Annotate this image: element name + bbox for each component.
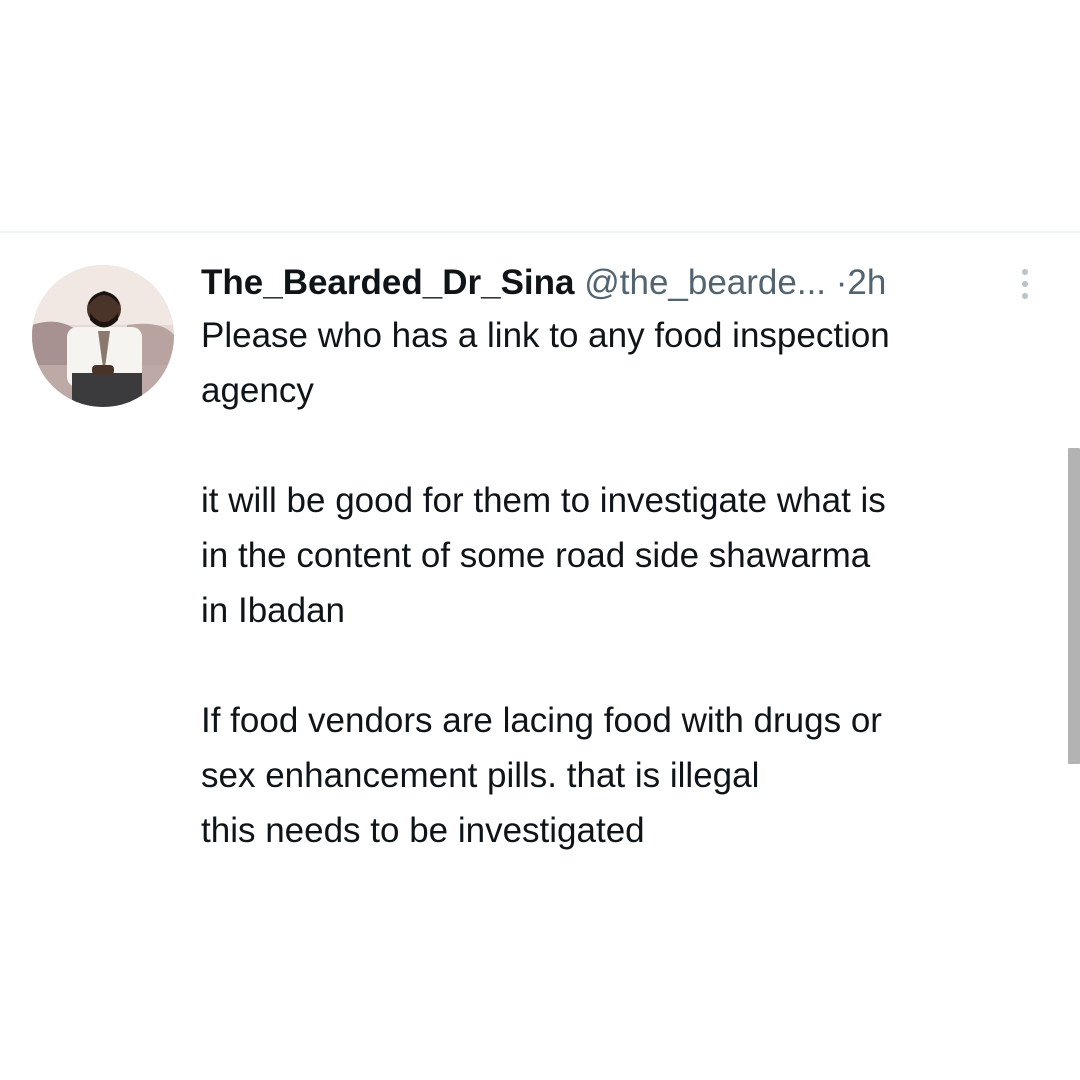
separator-dot: · — [835, 263, 848, 302]
tweet-line: sex enhancement pills. that is illegal — [201, 756, 760, 795]
timestamp[interactable]: 2h — [847, 263, 886, 302]
tweet-line: in the content of some road side shawarm… — [201, 536, 871, 575]
tweet-line: If food vendors are lacing food with dru… — [201, 701, 882, 740]
tweet-line: agency — [201, 371, 314, 410]
user-handle[interactable]: @the_bearde... — [584, 263, 826, 302]
scrollbar-thumb[interactable] — [1068, 448, 1080, 764]
avatar-photo — [32, 265, 174, 407]
tweet-line: it will be good for them to investigate … — [201, 481, 886, 520]
tweet-header: The_Bearded_Dr_Sina @the_bearde... ·2h — [201, 258, 1031, 308]
display-name[interactable]: The_Bearded_Dr_Sina — [201, 263, 574, 302]
tweet-line: this needs to be investigated — [201, 811, 645, 850]
tweet-line: Please who has a link to any food inspec… — [201, 316, 890, 355]
avatar[interactable] — [32, 265, 174, 407]
tweet-text: Please who has a link to any food inspec… — [201, 308, 1061, 858]
tweet-line: in Ibadan — [201, 591, 346, 630]
vertical-ellipsis-icon[interactable] — [1014, 266, 1036, 302]
